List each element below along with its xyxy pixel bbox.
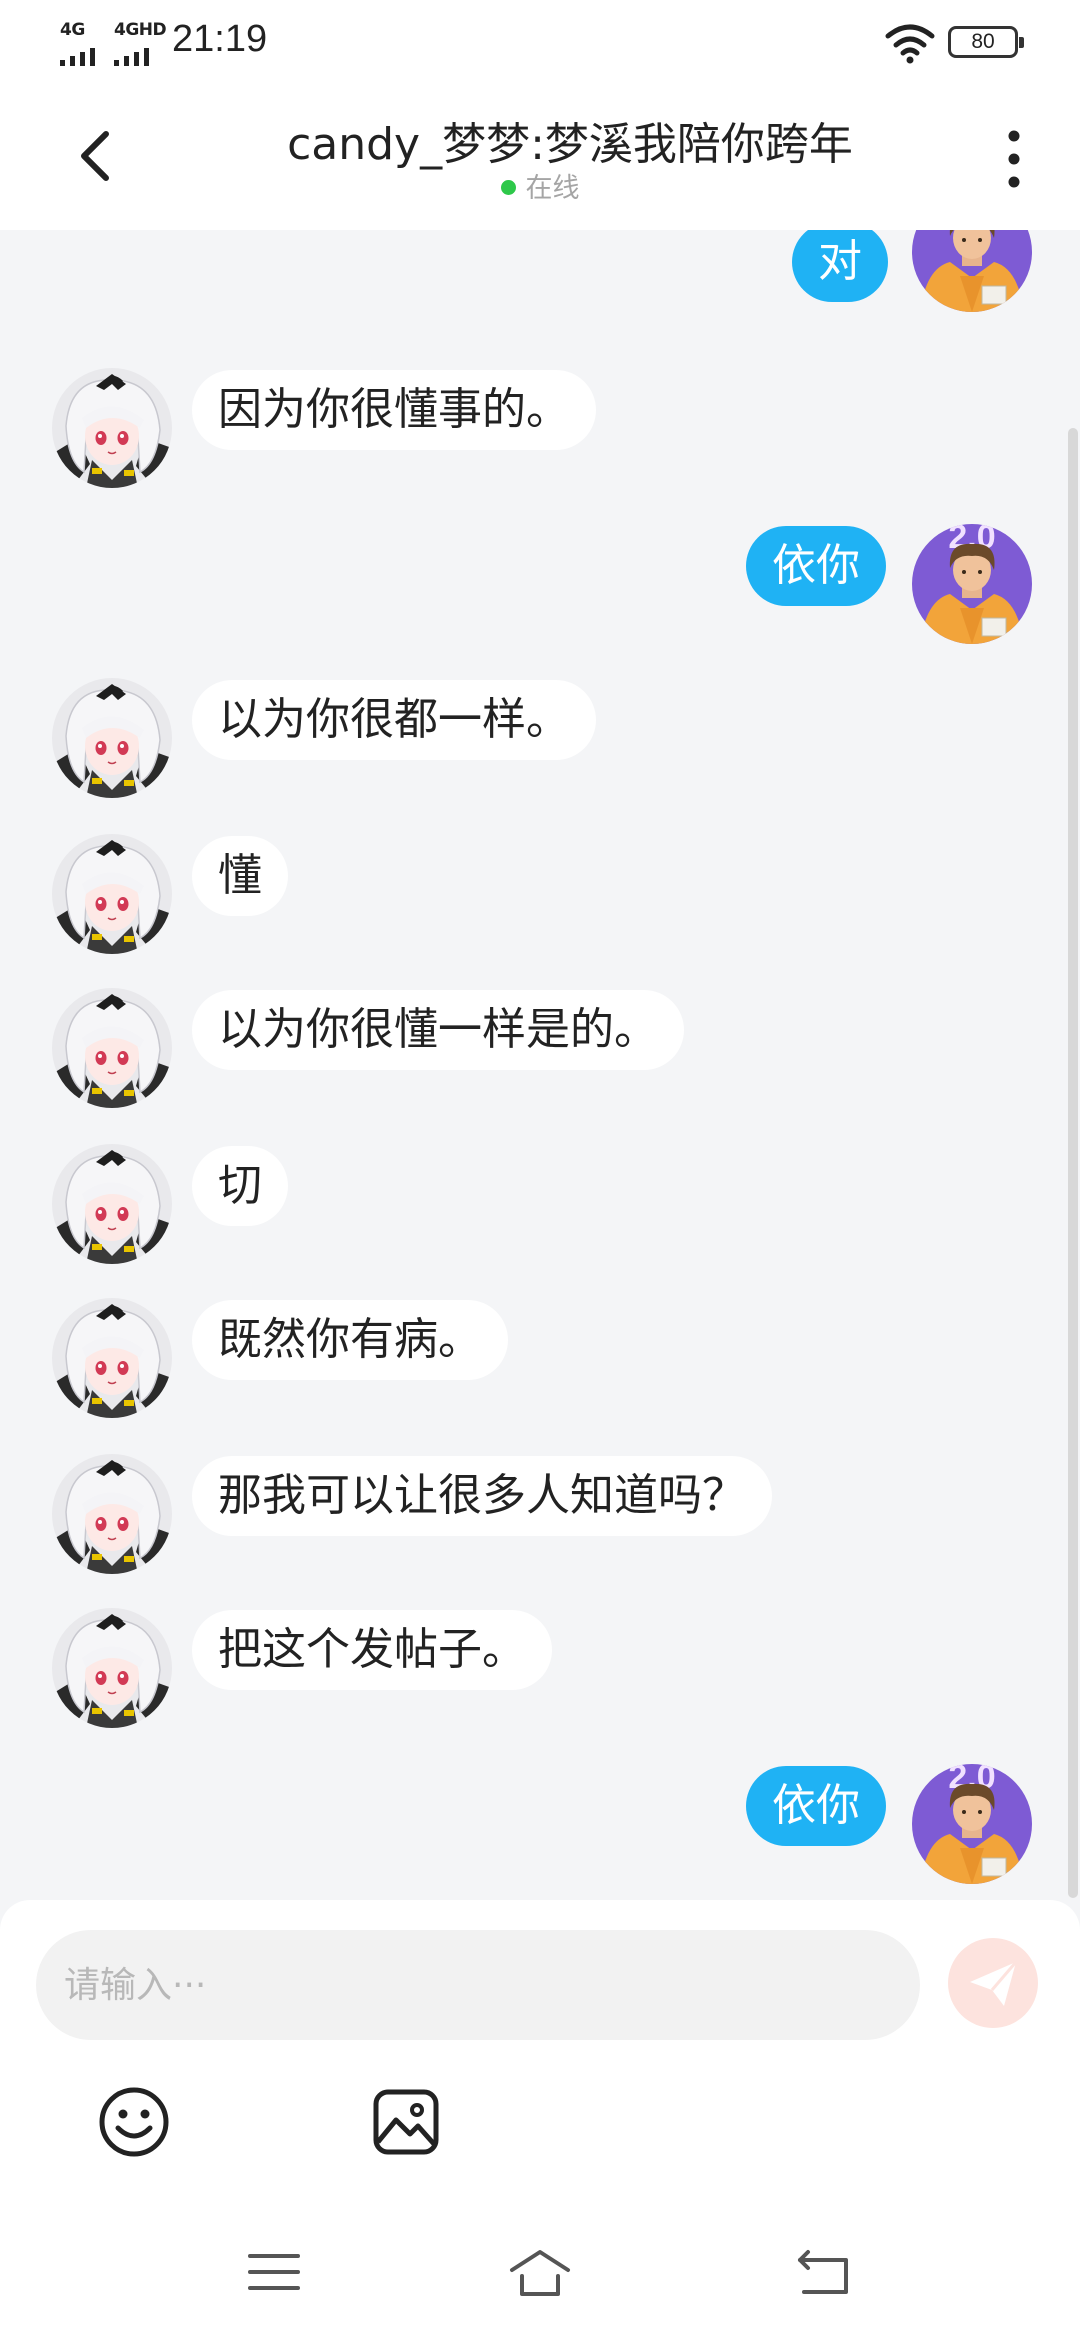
online-dot-icon	[500, 180, 516, 195]
message-bubble[interactable]: 依你	[746, 526, 886, 606]
contact-avatar[interactable]	[52, 1144, 172, 1264]
contact-avatar[interactable]	[52, 368, 172, 488]
battery-icon: 80	[948, 26, 1024, 58]
message-bubble[interactable]: 以为你很懂一样是的。	[192, 990, 684, 1070]
network-type-1: 4G	[60, 20, 85, 40]
message-bubble[interactable]: 懂	[192, 836, 288, 916]
contact-avatar[interactable]	[52, 834, 172, 954]
send-button[interactable]	[948, 1938, 1038, 2028]
send-icon	[970, 1961, 1018, 2006]
wifi-icon	[885, 24, 935, 64]
message-bubble[interactable]: 既然你有病。	[192, 1300, 508, 1380]
message-bubble[interactable]: 依你	[746, 1766, 886, 1846]
my-avatar[interactable]	[912, 1764, 1032, 1884]
presence-status: 在线	[0, 166, 1080, 205]
emoji-icon[interactable]	[92, 2080, 176, 2164]
message-input[interactable]	[36, 1930, 920, 2040]
contact-avatar[interactable]	[52, 1454, 172, 1574]
contact-avatar[interactable]	[52, 988, 172, 1108]
my-avatar[interactable]	[912, 524, 1032, 644]
more-vertical-icon[interactable]	[1002, 126, 1026, 192]
message-bubble[interactable]: 把这个发帖子。	[192, 1610, 552, 1690]
status-time: 21:19	[172, 18, 268, 60]
contact-avatar[interactable]	[52, 1298, 172, 1418]
chat-title: candy_梦梦:梦溪我陪你跨年	[287, 119, 853, 170]
message-bubble[interactable]: 因为你很懂事的。	[192, 370, 596, 450]
presence-label: 在线	[525, 173, 580, 204]
contact-avatar[interactable]	[52, 1608, 172, 1728]
home-icon[interactable]	[508, 2240, 572, 2304]
message-bubble[interactable]: 切	[192, 1146, 288, 1226]
message-bubble[interactable]: 那我可以让很多人知道吗？	[192, 1456, 772, 1536]
message-bubble[interactable]: 以为你很都一样。	[192, 680, 596, 760]
my-avatar[interactable]	[912, 230, 1032, 312]
menu-icon[interactable]	[242, 2240, 306, 2304]
back-icon[interactable]	[792, 2240, 856, 2304]
network-type-2: 4GHD	[114, 20, 167, 40]
status-bar: 4G 4GHD 21:19 80	[0, 0, 1080, 86]
chat-header: candy_梦梦:梦溪我陪你跨年 在线	[0, 86, 1080, 230]
image-icon[interactable]	[364, 2080, 448, 2164]
chat-scrollbar[interactable]	[1068, 428, 1078, 1898]
message-bubble[interactable]: 对	[792, 230, 888, 302]
chat-messages[interactable]: 对 因为你很懂事的。 依你 以为你很都一样。 懂 以为你很懂一样是的。 切 既然…	[0, 230, 1080, 1900]
contact-avatar[interactable]	[52, 678, 172, 798]
